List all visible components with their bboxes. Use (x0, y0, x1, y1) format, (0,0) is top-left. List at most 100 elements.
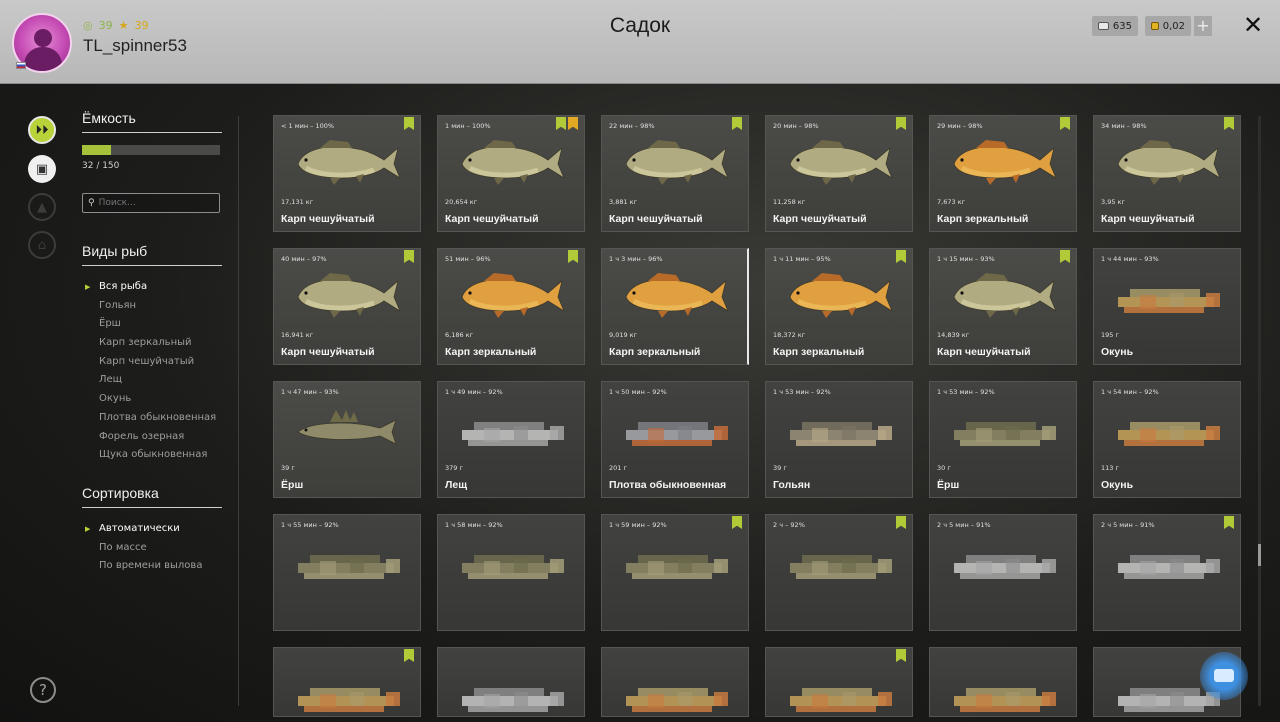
fish-image (290, 271, 402, 319)
fish-card[interactable]: 1 ч 47 мин – 93% 39 г Ёрш (273, 381, 421, 498)
fish-card[interactable] (601, 647, 749, 717)
keepnet-tab-icon[interactable]: ⏵⏵ (28, 116, 56, 144)
fish-card[interactable]: 1 ч 53 мин – 92% 39 г Гольян (765, 381, 913, 498)
silver-balance: 635 (1092, 16, 1138, 36)
page-title: Садок (609, 14, 671, 37)
gold-coin-icon (1151, 22, 1159, 30)
fish-card[interactable]: 34 мин – 98% 3,95 кг Карп чешуйчатый (1093, 115, 1241, 232)
fish-image (946, 404, 1058, 452)
fish-card[interactable]: 40 мин – 97% 16,941 кг Карп чешуйчатый (273, 248, 421, 365)
fish-card[interactable]: 1 ч 11 мин – 95% 18,372 кг Карп зеркальный (765, 248, 913, 365)
species-item[interactable]: Карп чешуйчатый (82, 353, 222, 372)
sort-option[interactable]: По времени вылова (82, 557, 222, 576)
species-item[interactable]: Окунь (82, 390, 222, 409)
sort-title: Сортировка (82, 485, 222, 508)
upgrade-tab-icon[interactable]: ▲ (28, 193, 56, 221)
fish-card[interactable] (765, 647, 913, 717)
fish-name: Гольян (773, 479, 811, 491)
fish-card[interactable]: 2 ч 5 мин – 91% (1093, 514, 1241, 631)
fish-weight: 195 г (1101, 331, 1119, 339)
close-button[interactable]: ✕ (1240, 12, 1266, 38)
sort-option[interactable]: Автоматически (82, 520, 222, 539)
catch-time: 20 мин – 98% (773, 122, 819, 130)
fish-image (1110, 537, 1222, 585)
trophy-badge-icon (732, 516, 742, 529)
fish-weight: 379 г (445, 464, 463, 472)
fish-card[interactable]: 1 ч 15 мин – 93% 14,839 кг Карп чешуйчатый (929, 248, 1077, 365)
fish-card[interactable]: < 1 мин – 100% 17,131 кг Карп чешуйчатый (273, 115, 421, 232)
fish-card[interactable]: 20 мин – 98% 11,258 кг Карп чешуйчатый (765, 115, 913, 232)
fish-card[interactable]: 1 ч 44 мин – 93% 195 г Окунь (1093, 248, 1241, 365)
fish-weight: 20,654 кг (445, 198, 478, 206)
fish-card[interactable] (929, 647, 1077, 717)
fish-card[interactable]: 1 ч 55 мин – 92% (273, 514, 421, 631)
fish-name: Карп зеркальный (445, 346, 537, 358)
catch-time: 1 ч 3 мин – 96% (609, 255, 663, 263)
catch-time: 1 мин – 100% (445, 122, 491, 130)
fish-card[interactable]: 1 ч 54 мин – 92% 113 г Окунь (1093, 381, 1241, 498)
fish-card[interactable]: 1 ч 58 мин – 92% (437, 514, 585, 631)
search-field[interactable]: ⚲ (82, 193, 220, 213)
fish-weight: 14,839 кг (937, 331, 970, 339)
species-item[interactable]: Щука обыкновенная (82, 446, 222, 465)
catch-time: 1 ч 11 мин – 95% (773, 255, 831, 263)
fish-card[interactable]: 2 ч – 92% (765, 514, 913, 631)
fish-card[interactable]: 22 мин – 98% 3,881 кг Карп чешуйчатый (601, 115, 749, 232)
species-item[interactable]: Плотва обыкновенная (82, 409, 222, 428)
fish-name: Карп чешуйчатый (609, 213, 703, 225)
card-badges (1060, 250, 1070, 263)
fish-card[interactable]: 1 ч 50 мин – 92% 201 г Плотва обыкновенная (601, 381, 749, 498)
fish-name: Лещ (445, 479, 468, 491)
fish-weight: 16,941 кг (281, 331, 314, 339)
search-input[interactable] (98, 198, 209, 208)
fish-card[interactable]: 2 ч 5 мин – 91% (929, 514, 1077, 631)
fish-card[interactable]: 29 мин – 98% 7,673 кг Карп зеркальный (929, 115, 1077, 232)
capacity-title: Ёмкость (82, 110, 222, 133)
capacity-bar-fill (82, 145, 112, 155)
sort-option[interactable]: По массе (82, 539, 222, 558)
bucket-tab-icon[interactable]: ▣ (28, 155, 56, 183)
trophy-badge-icon (1060, 250, 1070, 263)
fish-image (290, 404, 402, 452)
scrollbar-thumb[interactable] (1258, 544, 1261, 566)
species-item[interactable]: Форель озерная (82, 428, 222, 447)
fish-card[interactable]: 1 ч 53 мин – 92% 30 г Ёрш (929, 381, 1077, 498)
trophy-badge-icon (556, 117, 566, 130)
species-item[interactable]: Гольян (82, 297, 222, 316)
fish-image (454, 404, 566, 452)
fish-card[interactable]: 1 мин – 100% 20,654 кг Карп чешуйчатый (437, 115, 585, 232)
search-icon: ⚲ (88, 198, 95, 208)
fish-weight: 11,258 кг (773, 198, 806, 206)
catch-time: 1 ч 50 мин – 92% (609, 388, 667, 396)
grid-scrollbar[interactable] (1258, 116, 1261, 706)
species-item[interactable]: Ёрш (82, 315, 222, 334)
fish-card[interactable]: 1 ч 49 мин – 92% 379 г Лещ (437, 381, 585, 498)
species-item[interactable]: Вся рыба (82, 278, 222, 297)
chat-button[interactable] (1200, 652, 1248, 700)
top-bar: ◎ 39 ★ 39 TL_spinner53 Садок 635 0,02 + … (0, 0, 1280, 84)
species-item[interactable]: Лещ (82, 371, 222, 390)
species-title: Виды рыб (82, 243, 222, 266)
fish-image (1110, 404, 1222, 452)
home-tab-icon[interactable]: ⌂ (28, 231, 56, 259)
fish-weight: 39 г (773, 464, 787, 472)
fish-weight: 39 г (281, 464, 295, 472)
catch-time: 1 ч 58 мин – 92% (445, 521, 503, 529)
fish-card[interactable]: 1 ч 3 мин – 96% 9,019 кг Карп зеркальный (601, 248, 749, 365)
fish-card[interactable]: 51 мин – 96% 6,186 кг Карп зеркальный (437, 248, 585, 365)
species-item[interactable]: Карп зеркальный (82, 334, 222, 353)
catch-time: 29 мин – 98% (937, 122, 983, 130)
russia-flag-icon (16, 62, 26, 69)
card-badges (732, 516, 742, 529)
catch-time: 1 ч 55 мин – 92% (281, 521, 339, 529)
fish-image (454, 138, 566, 186)
fish-card[interactable] (273, 647, 421, 717)
fish-card[interactable] (437, 647, 585, 717)
fish-card[interactable]: 1 ч 59 мин – 92% (601, 514, 749, 631)
fish-image (454, 670, 566, 716)
fish-name: Плотва обыкновенная (609, 479, 727, 491)
help-button[interactable]: ? (30, 677, 56, 703)
catch-time: 1 ч 59 мин – 92% (609, 521, 667, 529)
fish-weight: 201 г (609, 464, 627, 472)
add-currency-button[interactable]: + (1194, 16, 1212, 36)
